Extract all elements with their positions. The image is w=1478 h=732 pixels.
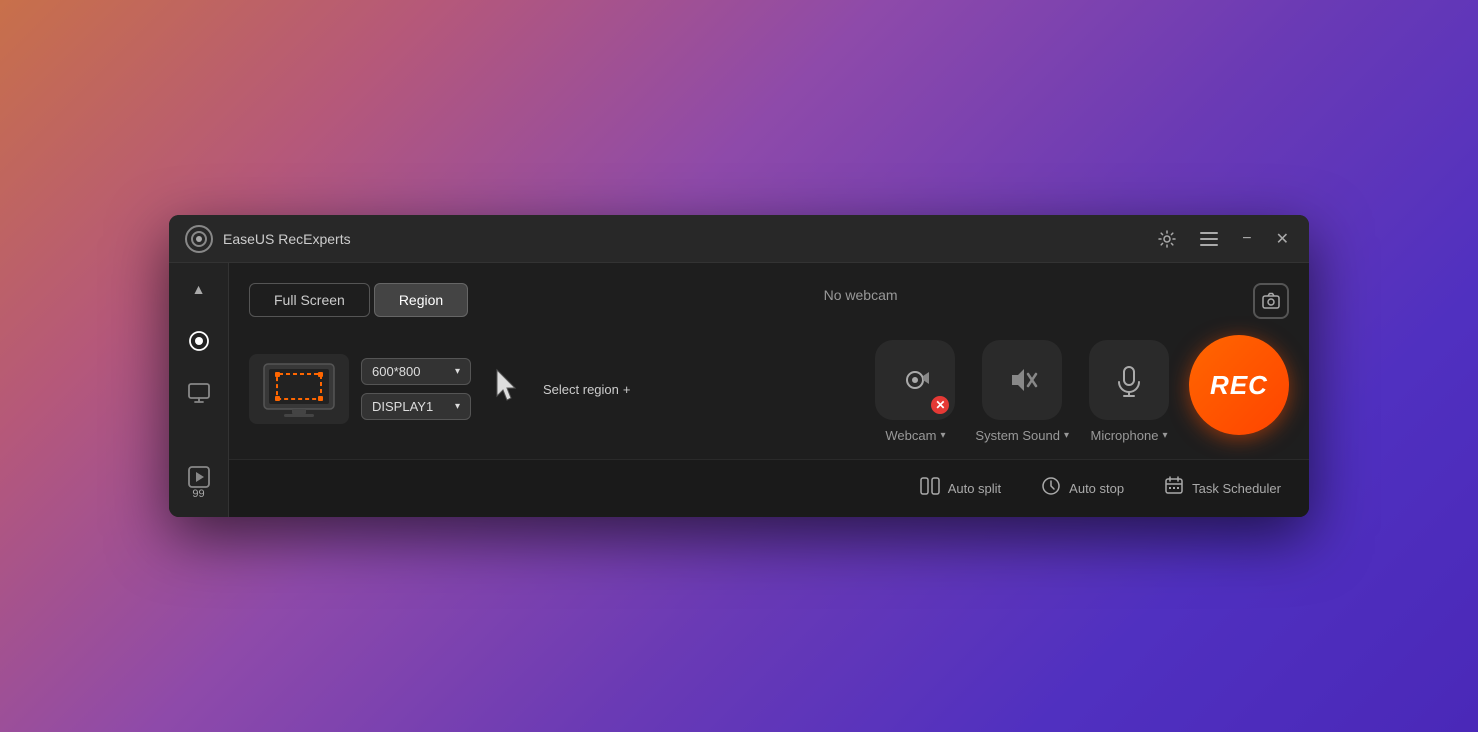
auto-stop-button[interactable]: Auto stop [1033, 472, 1132, 505]
tv-icon [188, 383, 210, 403]
microphone-button[interactable] [1089, 340, 1169, 420]
menu-icon [1200, 232, 1218, 246]
sidebar: ▲ [169, 263, 229, 517]
system-sound-icon [1004, 362, 1040, 398]
region-controls: 600*800 ▾ DISPLAY1 ▾ [361, 358, 471, 420]
settings-button[interactable] [1154, 226, 1180, 252]
webcam-btn-label: Webcam [885, 428, 936, 443]
task-scheduler-icon [1164, 476, 1184, 501]
sidebar-item-record[interactable] [177, 319, 221, 363]
webcam-icon [897, 362, 933, 398]
webcam-button[interactable]: ✕ [875, 340, 955, 420]
auto-stop-svg [1041, 476, 1061, 496]
play-icon [188, 466, 210, 488]
select-region-plus: + [623, 382, 631, 397]
record-icon [188, 330, 210, 352]
tab-region[interactable]: Region [374, 283, 468, 317]
select-region-label: Select region [543, 382, 619, 397]
main-content: ▲ [169, 263, 1309, 517]
webcam-label-area: No webcam [488, 283, 1233, 303]
microphone-icon [1111, 362, 1147, 398]
display-dropdown[interactable]: DISPLAY1 ▾ [361, 393, 471, 420]
auto-split-button[interactable]: Auto split [912, 473, 1009, 504]
rec-button[interactable]: REC [1189, 335, 1289, 435]
task-scheduler-button[interactable]: Task Scheduler [1156, 472, 1289, 505]
cursor-icon [493, 368, 523, 411]
sidebar-item-recordings[interactable]: 99 [177, 461, 221, 505]
webcam-label-btn[interactable]: Webcam ▾ [885, 428, 945, 443]
window-controls: − ✕ [1154, 225, 1293, 253]
auto-stop-icon [1041, 476, 1061, 501]
app-logo [185, 225, 213, 253]
auto-stop-label: Auto stop [1069, 481, 1124, 496]
middle-section: 600*800 ▾ DISPLAY1 ▾ [229, 319, 1309, 459]
webcam-group: ✕ Webcam ▾ [875, 340, 955, 443]
region-preview [249, 354, 349, 424]
resolution-dropdown[interactable]: 600*800 ▾ [361, 358, 471, 385]
auto-split-label: Auto split [948, 481, 1001, 496]
task-scheduler-svg [1164, 476, 1184, 496]
microphone-label-btn[interactable]: Microphone ▾ [1091, 428, 1168, 443]
screenshot-button[interactable] [1253, 283, 1289, 319]
resolution-dropdown-arrow: ▾ [455, 366, 460, 377]
display-dropdown-arrow: ▾ [455, 401, 460, 412]
title-bar: EaseUS RecExperts − ✕ [169, 215, 1309, 263]
task-scheduler-label: Task Scheduler [1192, 481, 1281, 496]
system-sound-group: System Sound ▾ [975, 340, 1069, 443]
microphone-group: Microphone ▾ [1089, 340, 1169, 443]
system-sound-chevron: ▾ [1064, 430, 1069, 441]
camera-icon [1262, 292, 1280, 310]
microphone-btn-label: Microphone [1091, 428, 1159, 443]
system-sound-btn-label: System Sound [975, 428, 1060, 443]
cursor-svg [493, 368, 523, 404]
top-section: Full Screen Region No webcam [229, 263, 1309, 319]
auto-split-svg [920, 477, 940, 495]
sidebar-item-media[interactable] [177, 371, 221, 415]
webcam-status-label: No webcam [824, 287, 898, 303]
sidebar-collapse-button[interactable]: ▲ [186, 275, 212, 303]
webcam-error-dot: ✕ [931, 396, 949, 414]
region-row: 600*800 ▾ DISPLAY1 ▾ [249, 354, 523, 424]
bottom-bar: Auto split Auto stop [229, 459, 1309, 517]
sidebar-badge-count: 99 [192, 488, 204, 500]
app-title: EaseUS RecExperts [223, 231, 1154, 247]
select-region-link[interactable]: Select region + [543, 382, 630, 397]
tab-full-screen[interactable]: Full Screen [249, 283, 370, 317]
settings-icon [1158, 230, 1176, 248]
content-panel: Full Screen Region No webcam [229, 263, 1309, 517]
resolution-value: 600*800 [372, 364, 420, 379]
monitor-preview-icon [259, 359, 339, 419]
auto-split-icon [920, 477, 940, 500]
menu-button[interactable] [1196, 228, 1222, 250]
webcam-chevron: ▾ [940, 430, 945, 441]
mode-tabs: Full Screen Region [249, 283, 468, 317]
microphone-chevron: ▾ [1162, 430, 1167, 441]
sidebar-bottom: 99 [177, 461, 221, 505]
media-buttons: ✕ Webcam ▾ [875, 335, 1289, 443]
system-sound-button[interactable] [982, 340, 1062, 420]
minimize-button[interactable]: − [1238, 226, 1255, 252]
display-value: DISPLAY1 [372, 399, 433, 414]
system-sound-label-btn[interactable]: System Sound ▾ [975, 428, 1069, 443]
close-button[interactable]: ✕ [1272, 225, 1293, 253]
app-window: EaseUS RecExperts − ✕ [169, 215, 1309, 517]
